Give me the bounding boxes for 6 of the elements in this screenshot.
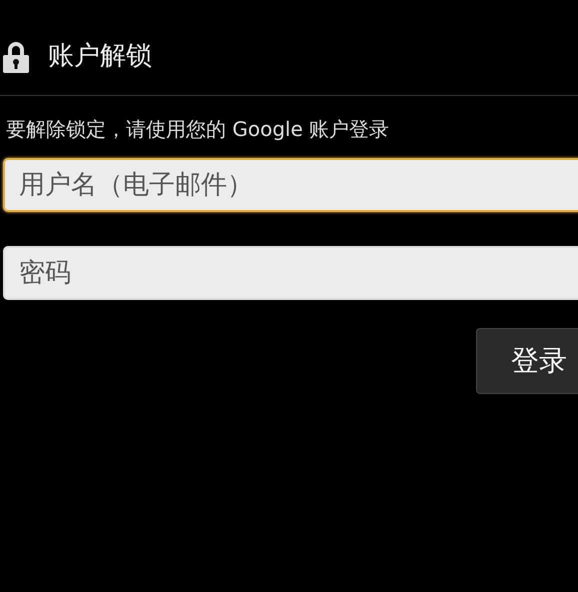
window-title: 账户解锁 — [48, 40, 152, 73]
username-field[interactable]: 用户名（电子邮件） — [3, 158, 578, 212]
lock-icon — [2, 40, 30, 72]
password-field[interactable]: 密码 — [3, 246, 578, 300]
instruction-text: 要解除锁定，请使用您的 Google 账户登录 — [6, 116, 390, 143]
login-button[interactable]: 登录 — [476, 328, 578, 394]
